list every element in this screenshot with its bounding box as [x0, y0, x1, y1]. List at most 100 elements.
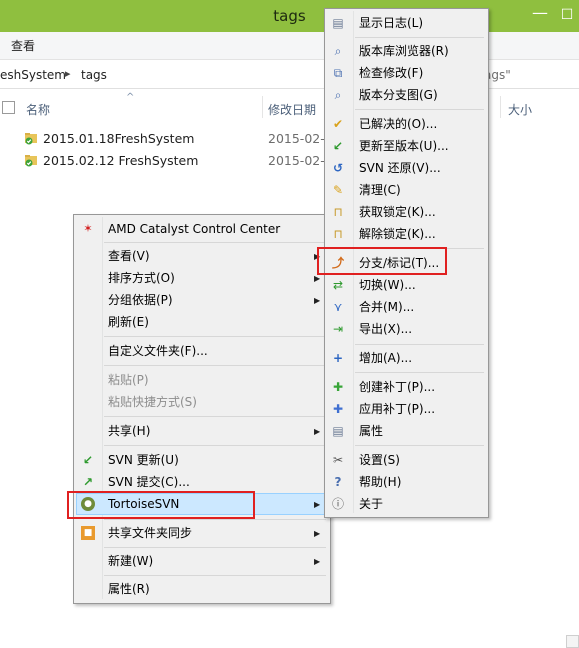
resolved-icon: ✔ [332, 117, 344, 131]
add-icon: + [332, 351, 344, 365]
menu-item-export[interactable]: 导出(X)... [359, 318, 412, 340]
menu-separator [104, 242, 326, 243]
window-title: tags [273, 7, 306, 25]
menu-item-settings[interactable]: 设置(S) [359, 449, 400, 471]
menu-item-refresh[interactable]: 刷新(E) [108, 311, 149, 333]
switch-icon: ⇄ [332, 278, 344, 292]
unlock-icon: ⊓ [333, 227, 343, 241]
menu-item-add[interactable]: 增加(A)... [359, 347, 412, 369]
column-divider[interactable] [500, 96, 501, 118]
file-name[interactable]: 2015.02.12 FreshSystem [43, 153, 198, 168]
ribbon-tabs [0, 32, 579, 60]
about-icon: ⓘ [331, 497, 344, 511]
select-all-checkbox[interactable] [2, 101, 15, 114]
resize-grip-icon[interactable] [566, 635, 579, 648]
check-modifications-icon: ⧉ [333, 66, 343, 80]
file-date: 2015-02-2 [268, 131, 333, 146]
tab-view[interactable]: 查看 [11, 37, 35, 54]
menu-separator [104, 547, 326, 548]
annotation-highlight-box [67, 491, 255, 519]
column-size[interactable]: 大小 [508, 101, 532, 118]
export-icon: ⇥ [332, 322, 344, 336]
minimize-button[interactable]: — [528, 4, 552, 26]
column-name[interactable]: 名称 [26, 101, 50, 118]
menu-item-svn-commit[interactable]: SVN 提交(C)... [108, 471, 190, 493]
submenu-arrow-icon: ▶ [314, 296, 321, 305]
menu-item-revert[interactable]: SVN 还原(V)... [359, 157, 441, 179]
menu-item-group[interactable]: 分组依据(P) [108, 289, 173, 311]
menu-item-get-lock[interactable]: 获取锁定(K)... [359, 201, 436, 223]
menu-separator [104, 445, 326, 446]
column-divider[interactable] [262, 96, 263, 118]
file-date: 2015-02-2 [268, 153, 333, 168]
menu-item-repo-browser[interactable]: 版本库浏览器(R) [359, 40, 449, 62]
menu-item-update-to-revision[interactable]: 更新至版本(U)... [359, 135, 449, 157]
menu-separator [355, 445, 484, 446]
breadcrumb-separator-icon[interactable]: ▸ [65, 67, 71, 80]
menu-item-customize-folder[interactable]: 自定义文件夹(F)... [108, 340, 208, 362]
apply-patch-icon: ✚ [332, 402, 344, 416]
svn-folder-icon [25, 133, 37, 145]
revision-graph-icon: ⌕ [334, 88, 342, 102]
menu-separator [355, 37, 484, 38]
menu-separator [104, 519, 326, 520]
breadcrumb-parent[interactable]: eshSystem [0, 68, 66, 82]
menu-item-apply-patch[interactable]: 应用补丁(P)... [359, 398, 435, 420]
update-to-revision-icon: ↙ [332, 139, 344, 153]
menu-item-release-lock[interactable]: 解除锁定(K)... [359, 223, 436, 245]
amd-icon: ✶ [83, 222, 93, 235]
menu-item-svn-update[interactable]: SVN 更新(U) [108, 449, 179, 471]
menu-gutter [102, 217, 103, 599]
settings-icon: ✂ [332, 453, 344, 467]
file-name[interactable]: 2015.01.18FreshSystem [43, 131, 194, 146]
menu-item-paste: 粘贴(P) [108, 373, 149, 387]
menu-item-check-modifications[interactable]: 检查修改(F) [359, 62, 423, 84]
menu-item-cleanup[interactable]: 清理(C) [359, 179, 401, 201]
menu-item-help[interactable]: 帮助(H) [359, 471, 401, 493]
menu-separator [355, 372, 484, 373]
sync-icon: ■ [81, 526, 95, 540]
menu-item-resolved[interactable]: 已解决的(O)... [359, 113, 437, 135]
menu-item-sync[interactable]: 共享文件夹同步 [108, 522, 192, 544]
menu-separator [104, 575, 326, 576]
submenu-arrow-icon: ▶ [314, 529, 321, 538]
menu-item-sort[interactable]: 排序方式(O) [108, 267, 175, 289]
menu-item-properties[interactable]: 属性(R) [108, 578, 150, 600]
menu-item-about[interactable]: 关于 [359, 493, 383, 515]
submenu-arrow-icon: ▶ [314, 427, 321, 436]
menu-item-merge[interactable]: 合并(M)... [359, 296, 414, 318]
menu-separator [355, 344, 484, 345]
repo-browser-icon: ⌕ [334, 44, 342, 58]
menu-item-view[interactable]: 查看(V) [108, 245, 150, 267]
menu-separator [104, 365, 326, 366]
svn-folder-icon [25, 155, 37, 167]
menu-item-new[interactable]: 新建(W) [108, 550, 153, 572]
submenu-arrow-icon: ▶ [314, 500, 321, 509]
menu-separator [355, 109, 484, 110]
properties-icon: ▤ [332, 424, 344, 438]
submenu-arrow-icon: ▶ [314, 557, 321, 566]
menu-item-create-patch[interactable]: 创建补丁(P)... [359, 376, 435, 398]
svn-update-icon: ↙ [82, 453, 94, 467]
maximize-button[interactable]: ☐ [556, 4, 578, 26]
menu-item-amd[interactable]: AMD Catalyst Control Center [108, 218, 280, 240]
menu-item-paste-shortcut: 粘贴快捷方式(S) [108, 395, 197, 409]
log-icon: ▤ [332, 16, 344, 30]
sort-ascending-icon: ^ [126, 92, 135, 103]
menu-item-svn-properties[interactable]: 属性 [359, 420, 383, 442]
menu-item-show-log[interactable]: 显示日志(L) [359, 12, 423, 34]
menu-item-share[interactable]: 共享(H) [108, 420, 150, 442]
explorer-context-menu: ✶ AMD Catalyst Control Center 查看(V) ▶ 排序… [73, 214, 331, 604]
menu-item-switch[interactable]: 切换(W)... [359, 274, 416, 296]
column-date[interactable]: 修改日期 [268, 101, 316, 118]
create-patch-icon: ✚ [332, 380, 344, 394]
cleanup-icon: ✎ [332, 183, 344, 197]
breadcrumb-current[interactable]: tags [81, 68, 107, 82]
annotation-highlight-box [317, 247, 447, 275]
merge-icon: ⋎ [333, 300, 343, 314]
submenu-arrow-icon: ▶ [314, 274, 321, 283]
menu-item-revision-graph[interactable]: 版本分支图(G) [359, 84, 438, 106]
revert-icon: ↺ [332, 161, 344, 175]
help-icon: ? [334, 475, 342, 489]
lock-icon: ⊓ [333, 205, 343, 219]
